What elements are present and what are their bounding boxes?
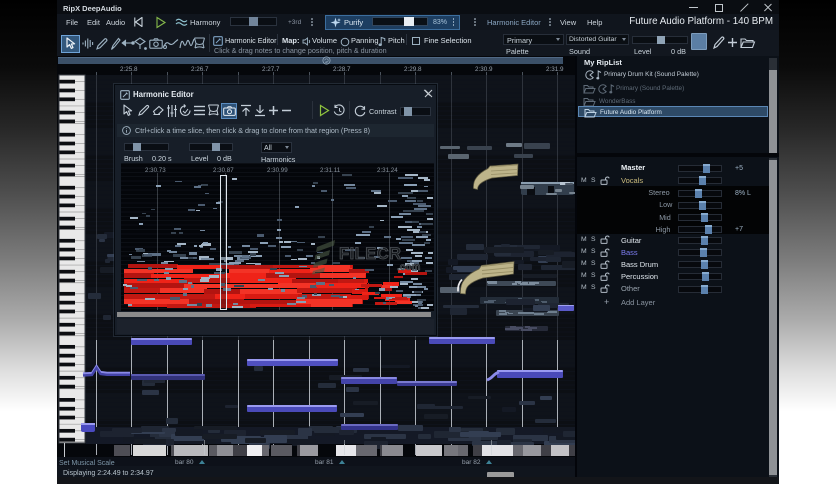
- svg-text:.com: .com: [397, 262, 420, 273]
- svg-text:FILECR: FILECR: [339, 245, 402, 263]
